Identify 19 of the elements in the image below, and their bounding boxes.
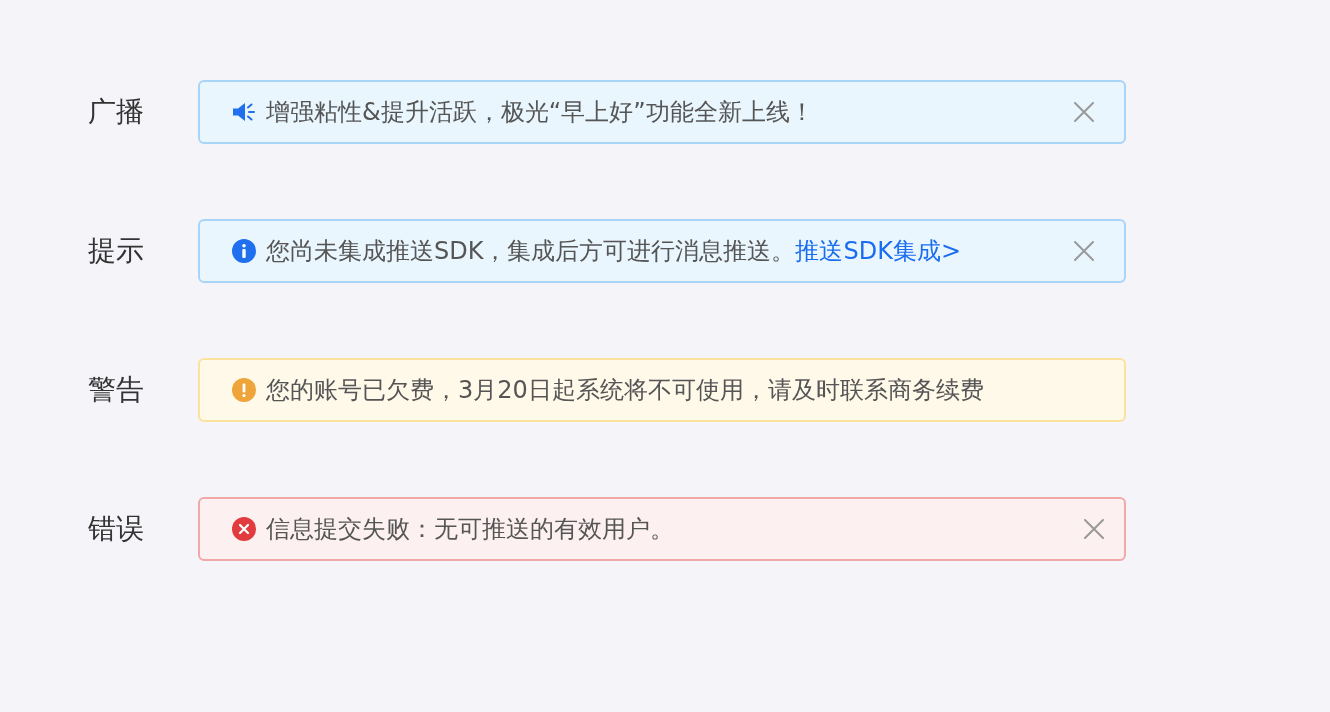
alert-message: 您的账号已欠费，3月20日起系统将不可使用，请及时联系商务续费 [266,375,985,406]
row-label: 提示 [88,233,145,269]
close-button[interactable] [1071,99,1097,125]
alert-message: 您尚未集成推送SDK，集成后方可进行消息推送。推送SDK集成> [266,236,962,267]
row-label: 警告 [88,372,145,408]
close-button[interactable] [1071,238,1097,264]
sdk-integration-link[interactable]: 推送SDK集成> [795,237,961,265]
warning-icon [232,378,256,402]
info-icon [232,239,256,263]
row-label: 广播 [88,94,145,130]
alert-message: 信息提交失败：无可推送的有效用户。 [266,514,675,545]
megaphone-icon [232,100,256,124]
close-icon [1084,519,1104,539]
close-icon [1074,241,1094,261]
close-icon [1074,102,1094,122]
alert-message: 增强粘性&提升活跃，极光“早上好”功能全新上线！ [266,97,815,128]
close-button[interactable] [1081,516,1107,542]
row-label: 错误 [88,511,145,547]
error-icon [232,517,256,541]
